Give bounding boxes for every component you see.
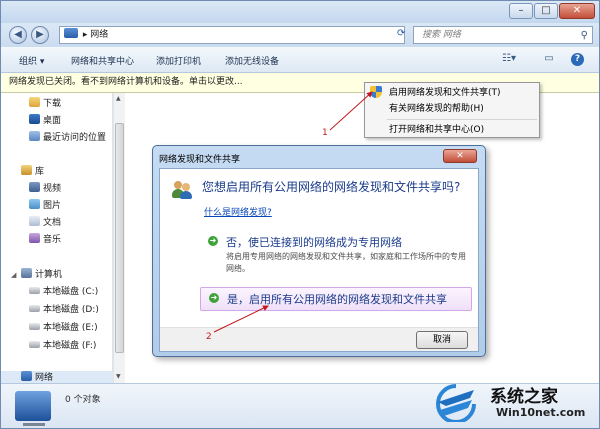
watermark-url: Win10net.com: [496, 406, 586, 419]
annotation-arrow-1: [329, 91, 373, 131]
annotation-arrows: [213, 91, 373, 333]
annotation-number-2: 2: [206, 332, 212, 342]
watermark-logo-icon: [436, 384, 476, 422]
watermark-name: 系统之家: [490, 387, 558, 407]
annotation-number-1: 1: [322, 128, 328, 138]
watermark: 系统之家 Win10net.com: [426, 378, 598, 426]
annotation-arrow-2: [213, 305, 269, 333]
